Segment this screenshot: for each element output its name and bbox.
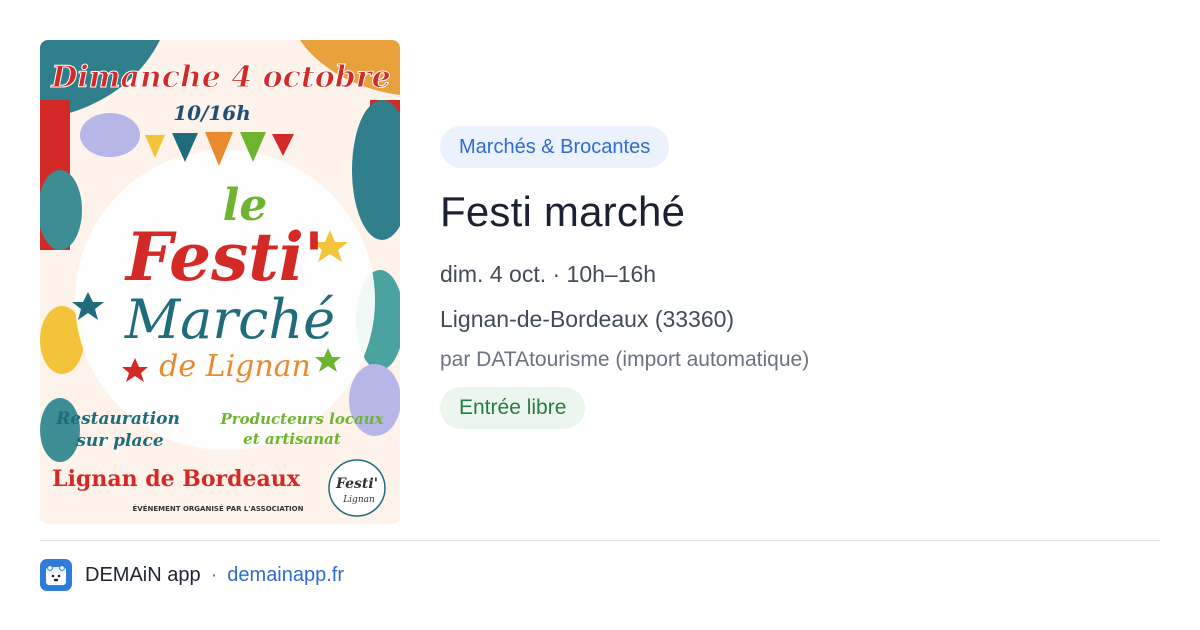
poster-title-de-lignan: de Lignan [159, 349, 311, 384]
event-title: Festi marché [440, 188, 686, 235]
event-organizer: par DATAtourisme (import automatique) [440, 348, 810, 371]
poster-title-festi: Festi' [124, 218, 324, 296]
footer-divider [40, 540, 1160, 541]
poster-hours-text: 10/16h [173, 101, 251, 125]
poster-feature-left-2: sur place [75, 431, 164, 451]
footer-separator: · [210, 563, 218, 586]
poster-title-marche: Marché [124, 288, 335, 351]
price-badge: Entrée libre [440, 387, 586, 429]
poster-feature-left-1: Restauration [55, 409, 180, 429]
poster-place-text: Lignan de Bordeaux [52, 466, 301, 492]
poster-organised-by: ÉVÉNEMENT ORGANISÉ PAR L'ASSOCIATION [133, 504, 304, 513]
poster-feature-right-1: Producteurs locaux [219, 410, 384, 428]
event-location: Lignan-de-Bordeaux (33360) [440, 306, 735, 332]
bear-calendar-icon [40, 559, 72, 591]
poster-feature-right-2: et artisanat [243, 430, 341, 448]
category-badge[interactable]: Marchés & Brocantes [440, 126, 670, 168]
poster-logo-text-1: Festi' [335, 476, 378, 492]
event-poster-image: Dimanche 4 octobre 10/16h le Festi' Marc… [40, 40, 400, 524]
footer: DEMAiN app · demainapp.fr [40, 558, 344, 592]
event-datetime: dim. 4 oct. · 10h–16h [440, 261, 657, 287]
app-name: DEMAiN app [85, 563, 201, 586]
poster-logo-text-2: Lignan [342, 495, 375, 505]
event-info: Marchés & Brocantes Festi marché dim. 4 … [440, 126, 1160, 429]
site-link[interactable]: demainapp.fr [227, 564, 344, 587]
poster-date-text: Dimanche 4 octobre [50, 60, 390, 95]
